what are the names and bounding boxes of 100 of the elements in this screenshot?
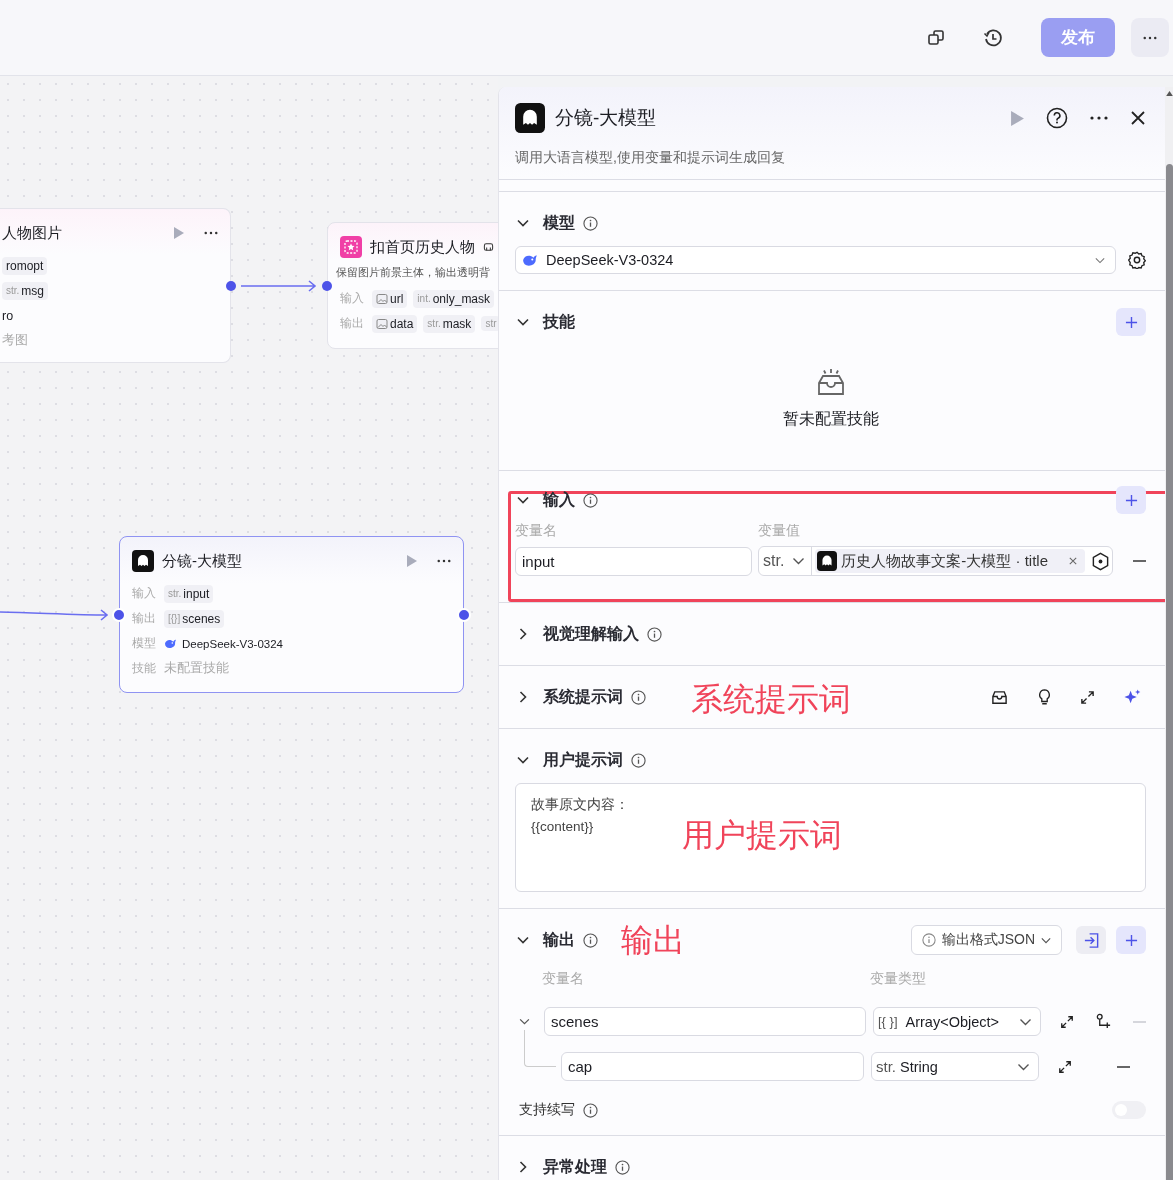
plus-icon — [1124, 315, 1138, 329]
node-description: 保留图片前景主体，输出透明背 — [336, 265, 491, 280]
ghost-icon — [817, 551, 838, 571]
row-label: 输入 — [340, 291, 365, 306]
chevron-icon[interactable] — [517, 219, 529, 227]
variable-icon[interactable] — [1091, 551, 1111, 571]
ghost-icon — [132, 550, 154, 572]
close-icon[interactable] — [1130, 110, 1146, 126]
port-dot[interactable] — [322, 281, 332, 291]
name-field[interactable]: scenes — [544, 1007, 866, 1036]
workflow-node[interactable]: 分镜-大模型 输入 str. input 输出 [{}] scenes 模型 DeepSeek-V3-0324 技能 未配置技能 — [119, 536, 464, 693]
section-title: 用户提示词 — [543, 749, 623, 770]
section-title: 模型 — [543, 212, 575, 233]
row-label: 模型 — [132, 636, 157, 651]
info-icon[interactable] — [583, 932, 598, 948]
section-title: 技能 — [543, 311, 575, 332]
more-icon[interactable] — [437, 559, 451, 563]
lightbulb-icon[interactable] — [1037, 688, 1052, 706]
type-select[interactable]: str. — [759, 547, 813, 575]
chevron-icon[interactable] — [519, 1161, 527, 1173]
ghost-icon — [515, 103, 545, 133]
info-icon[interactable] — [631, 689, 646, 705]
info-icon[interactable] — [583, 215, 598, 231]
section-title: 输出 — [543, 929, 575, 950]
reference-chip[interactable]: 历史人物故事文案-大模型 · title — [815, 549, 1086, 573]
node-title: 人物图片 — [2, 223, 63, 243]
chevron-icon[interactable] — [519, 628, 527, 640]
row-text: 未配置技能 — [164, 660, 229, 677]
add-button[interactable] — [1116, 926, 1146, 954]
variable-tag: str. msg — [2, 281, 48, 300]
chevron-icon[interactable] — [517, 756, 529, 764]
info-icon[interactable] — [583, 1102, 598, 1118]
port-dot[interactable] — [457, 608, 471, 622]
chevron-icon[interactable] — [517, 496, 529, 504]
variable-tag: int. only_mask — [413, 289, 495, 308]
section-title: 输入 — [543, 489, 575, 510]
copy-icon[interactable] — [927, 28, 945, 47]
whale-icon — [522, 253, 538, 267]
annotation-text: 输出 — [621, 921, 685, 960]
info-icon[interactable] — [647, 626, 662, 642]
settings-icon[interactable] — [1128, 251, 1146, 269]
chevron-icon[interactable] — [519, 691, 527, 703]
section-title: 系统提示词 — [543, 686, 623, 707]
row-text: 考图 — [2, 332, 28, 349]
info-icon[interactable] — [615, 1159, 630, 1175]
workflow-node[interactable]: 扣首页历史人物 保留图片前景主体，输出透明背 输入 url int. only_mask 输出 data str. mask str — [327, 222, 498, 349]
caret-icon — [1095, 256, 1105, 264]
model-select[interactable]: DeepSeek-V3-0324 — [515, 246, 1116, 274]
more-icon — [1143, 35, 1157, 40]
add-button[interactable] — [1116, 308, 1146, 336]
help-icon[interactable] — [1046, 107, 1068, 129]
info-icon[interactable] — [631, 752, 646, 768]
column-header: 变量类型 — [870, 970, 926, 988]
annotation-text: 系统提示词 — [691, 680, 851, 719]
add-button[interactable] — [1116, 486, 1146, 514]
more-icon[interactable] — [204, 231, 218, 235]
annotation-text: 用户提示词 — [682, 816, 842, 855]
section-title: 异常处理 — [543, 1156, 607, 1177]
chevron-icon[interactable] — [519, 1018, 530, 1025]
up-arrow-icon[interactable] — [1166, 91, 1173, 96]
chevron-icon[interactable] — [517, 936, 529, 944]
port-dot[interactable] — [226, 281, 236, 291]
plugin-icon — [483, 241, 494, 253]
history-icon[interactable] — [983, 27, 1003, 48]
expand-icon[interactable] — [1080, 689, 1095, 705]
column-header: 变量值 — [758, 522, 800, 540]
expand-icon[interactable] — [1060, 1014, 1074, 1029]
remove-icon[interactable] — [1117, 1065, 1130, 1068]
setting-label: 支持续写 — [519, 1101, 575, 1119]
import-icon — [1082, 931, 1100, 949]
variable-tag: data — [372, 314, 418, 333]
name-field[interactable]: cap — [561, 1052, 864, 1081]
row-label: 技能 — [132, 661, 157, 676]
port-dot[interactable] — [112, 608, 126, 622]
empty-message: 暂未配置技能 — [782, 409, 879, 429]
caret-icon — [1041, 936, 1051, 944]
name-field[interactable]: input — [515, 546, 752, 576]
caret-icon — [1017, 1062, 1030, 1071]
variable-tag: [{}] scenes — [164, 609, 225, 628]
library-icon[interactable] — [990, 688, 1009, 706]
section-title: 视觉理解输入 — [543, 623, 639, 644]
panel-description: 调用大语言模型,使用变量和提示词生成回复 — [515, 149, 786, 167]
format-dropdown[interactable]: 输出格式JSON — [910, 925, 1062, 955]
panel-title: 分镜-大模型 — [555, 106, 658, 130]
row-label: 输出 — [132, 611, 157, 626]
column-header: 变量名 — [515, 522, 558, 540]
more-icon[interactable] — [1090, 116, 1108, 120]
column-header: 变量名 — [541, 970, 585, 988]
prompt-editor[interactable]: 故事原文内容： {{content}} 用户提示词 — [515, 783, 1146, 892]
type-select[interactable]: str. String — [871, 1052, 1039, 1081]
chevron-icon[interactable] — [517, 318, 529, 326]
expand-icon[interactable] — [1058, 1059, 1072, 1074]
type-select[interactable]: [{ }] Array<Object> — [873, 1007, 1041, 1036]
workflow-node[interactable]: 人物图片 romopt str. msg ro 考图 — [0, 208, 231, 363]
image-icon — [376, 317, 388, 330]
add-child-icon[interactable] — [1095, 1013, 1112, 1030]
info-icon — [921, 933, 936, 947]
info-icon[interactable] — [583, 492, 598, 508]
caret-icon — [1019, 1017, 1032, 1026]
import-button[interactable] — [1076, 926, 1106, 954]
